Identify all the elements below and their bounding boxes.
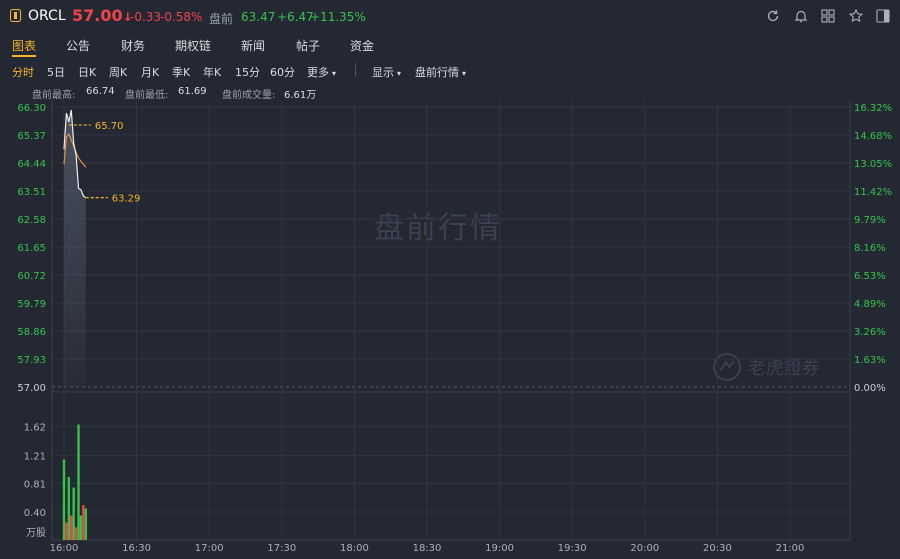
- y-left-tick-label: 66.30: [17, 103, 46, 114]
- y-right-tick-label: 1.63%: [854, 355, 886, 366]
- y-left-tick-label: 62.58: [17, 215, 46, 226]
- price-volume-chart[interactable]: 66.30 65.37 64.44 63.51 62.58 61.65 60.72 59.79…: [0, 0, 900, 559]
- y-right-tick-label: 6.53%: [854, 271, 886, 282]
- volume-bar: [82, 505, 85, 540]
- volume-tick-label: 0.40: [24, 508, 46, 519]
- y-right-tick-label: 3.26%: [854, 327, 886, 338]
- y-right-tick-label: 13.05%: [854, 159, 892, 170]
- volume-bar: [77, 424, 80, 540]
- volume-bar: [70, 515, 73, 540]
- volume-tick-label: 0.81: [24, 479, 46, 490]
- y-right-tick-label: 9.79%: [854, 215, 886, 226]
- volume-tick-label: 1.62: [24, 423, 46, 434]
- y-right-tick-label: 8.16%: [854, 243, 886, 254]
- x-tick-label: 18:30: [413, 543, 442, 554]
- x-tick-label: 19:00: [485, 543, 514, 554]
- y-left-tick-label: 61.65: [17, 243, 46, 254]
- volume-tick-label: 1.21: [24, 451, 46, 462]
- y-left-tick-label: 63.51: [17, 187, 46, 198]
- y-right-tick-label: 0.00%: [854, 383, 886, 394]
- y-left-tick-label: 59.79: [17, 299, 46, 310]
- volume-unit-label: 万股: [26, 527, 46, 539]
- y-left-tick-label: 65.37: [17, 131, 46, 142]
- y-right-tick-label: 4.89%: [854, 299, 886, 310]
- x-tick-label: 17:00: [195, 543, 224, 554]
- y-left-tick-label: 57.00: [17, 383, 46, 394]
- volume-bar: [62, 459, 66, 540]
- x-tick-label: 20:00: [630, 543, 659, 554]
- volume-bar: [79, 515, 83, 540]
- y-left-tick-label: 58.86: [17, 327, 46, 338]
- x-tick-label: 17:30: [267, 543, 296, 554]
- x-tick-label: 16:00: [50, 543, 79, 554]
- x-tick-label: 18:00: [340, 543, 369, 554]
- volume-bar: [67, 477, 71, 540]
- x-tick-label: 21:00: [776, 543, 805, 554]
- price-annotation-label: 63.29: [112, 194, 141, 205]
- y-left-tick-label: 64.44: [17, 159, 46, 170]
- volume-bar: [84, 508, 87, 540]
- x-tick-label: 20:30: [703, 543, 732, 554]
- volume-bar: [65, 522, 68, 540]
- y-left-tick-label: 60.72: [17, 271, 46, 282]
- y-right-tick-label: 11.42%: [854, 187, 892, 198]
- volume-bar: [72, 487, 75, 540]
- x-tick-label: 16:30: [122, 543, 151, 554]
- price-annotation-label: 65.70: [95, 121, 124, 132]
- y-left-tick-label: 57.93: [17, 355, 46, 366]
- y-right-tick-label: 16.32%: [854, 103, 892, 114]
- volume-bar: [74, 527, 78, 540]
- y-right-tick-label: 14.68%: [854, 131, 892, 142]
- x-tick-label: 19:30: [558, 543, 587, 554]
